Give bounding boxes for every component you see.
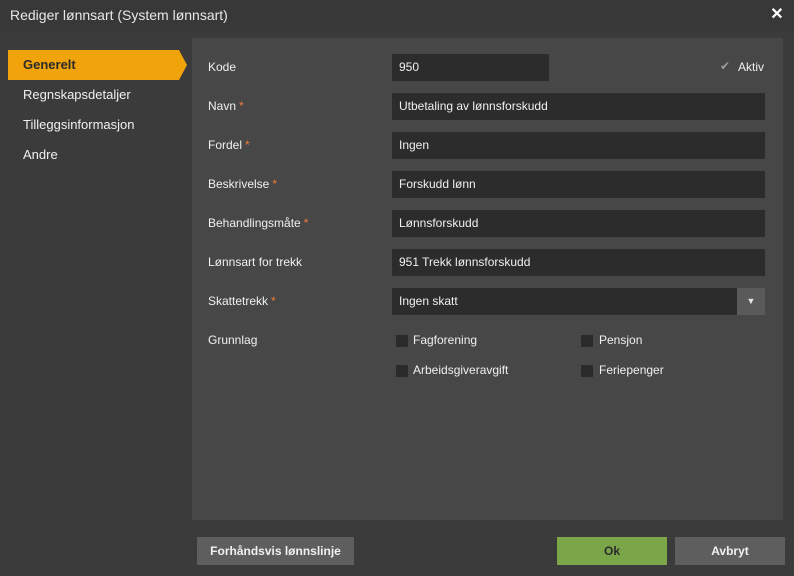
skattetrekk-label: Skattetrekk * bbox=[208, 294, 276, 308]
edit-wage-type-dialog: Rediger lønnsart (System lønnsart) ✕ Gen… bbox=[0, 0, 794, 576]
navn-field[interactable]: Utbetaling av lønnsforskudd bbox=[392, 93, 765, 120]
fagforening-label: Fagforening bbox=[413, 333, 478, 347]
kode-field[interactable]: 950 bbox=[392, 54, 549, 81]
skattetrekk-select[interactable]: Ingen skatt ▼ bbox=[392, 288, 765, 315]
sidebar-item-generelt[interactable]: Generelt bbox=[8, 50, 187, 80]
required-marker: * bbox=[239, 99, 244, 113]
fordel-field[interactable]: Ingen bbox=[392, 132, 765, 159]
sidebar-item-regnskapsdetaljer[interactable]: Regnskapsdetaljer bbox=[8, 80, 184, 110]
skattetrekk-value: Ingen skatt bbox=[399, 294, 458, 308]
dialog-title: Rediger lønnsart (System lønnsart) bbox=[10, 7, 228, 23]
behandlingsmate-field[interactable]: Lønnsforskudd bbox=[392, 210, 765, 237]
required-marker: * bbox=[271, 294, 276, 308]
close-icon[interactable]: ✕ bbox=[768, 6, 786, 24]
feriepenger-label: Feriepenger bbox=[599, 363, 664, 377]
title-bar: Rediger lønnsart (System lønnsart) ✕ bbox=[0, 0, 794, 32]
beskrivelse-field[interactable]: Forskudd lønn bbox=[392, 171, 765, 198]
beskrivelse-label: Beskrivelse * bbox=[208, 177, 278, 191]
behandlingsmate-label: Behandlingsmåte * bbox=[208, 216, 309, 230]
fagforening-checkbox[interactable] bbox=[396, 335, 408, 347]
lonnsart-trekk-label: Lønnsart for trekk bbox=[208, 255, 303, 269]
aktiv-label: Aktiv bbox=[738, 60, 765, 74]
chevron-down-icon[interactable]: ▼ bbox=[737, 288, 765, 315]
sidebar-nav: Generelt Regnskapsdetaljer Tilleggsinfor… bbox=[8, 50, 187, 170]
preview-wage-line-button[interactable]: Forhåndsvis lønnslinje bbox=[197, 537, 354, 565]
pensjon-label: Pensjon bbox=[599, 333, 643, 347]
ok-button[interactable]: Ok bbox=[557, 537, 667, 565]
sidebar-item-andre[interactable]: Andre bbox=[8, 140, 184, 170]
required-marker: * bbox=[303, 216, 309, 230]
kode-label: Kode bbox=[208, 60, 237, 74]
navn-label: Navn * bbox=[208, 99, 244, 113]
sidebar-item-tilleggsinformasjon[interactable]: Tilleggsinformasjon bbox=[8, 110, 184, 140]
arbeidsgiveravgift-checkbox[interactable] bbox=[396, 365, 408, 377]
grunnlag-label: Grunnlag bbox=[208, 333, 258, 347]
required-marker: * bbox=[272, 177, 278, 191]
aktiv-checkbox[interactable]: ✔ bbox=[720, 59, 730, 73]
fordel-label: Fordel * bbox=[208, 138, 250, 152]
pensjon-checkbox[interactable] bbox=[581, 335, 593, 347]
feriepenger-checkbox[interactable] bbox=[581, 365, 593, 377]
cancel-button[interactable]: Avbryt bbox=[675, 537, 785, 565]
arbeidsgiveravgift-label: Arbeidsgiveravgift bbox=[413, 363, 509, 377]
form-panel: Kode 950 ✔ Aktiv Navn * Utbetaling av løn… bbox=[192, 38, 783, 520]
lonnsart-trekk-field[interactable]: 951 Trekk lønnsforskudd bbox=[392, 249, 765, 276]
required-marker: * bbox=[245, 138, 250, 152]
